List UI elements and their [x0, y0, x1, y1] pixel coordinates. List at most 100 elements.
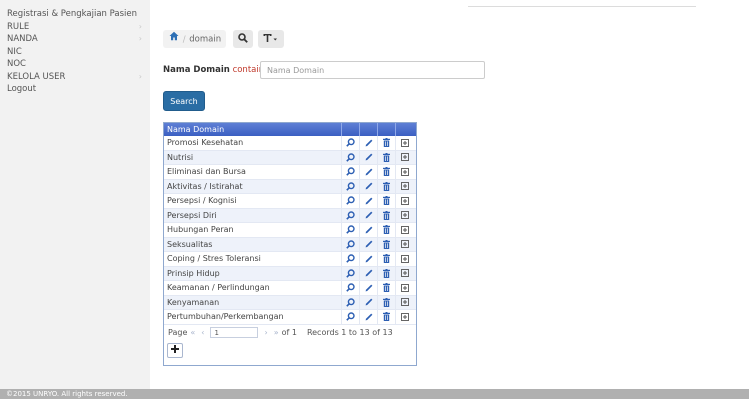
expand-plus-box-icon[interactable]	[396, 194, 414, 208]
delete-trash-icon[interactable]	[378, 266, 396, 280]
grid-body: Promosi Kesehatan Nutrisi Eliminasi dan Bu…	[164, 136, 416, 325]
sidebar-item-noc[interactable]: NOC	[0, 58, 150, 71]
view-magnifier-icon[interactable]	[342, 295, 360, 309]
page-number-input[interactable]	[210, 327, 259, 338]
sidebar-item-nanda[interactable]: NANDA ›	[0, 33, 150, 46]
sidebar-item-label: NOC	[7, 59, 26, 69]
view-magnifier-icon[interactable]	[342, 208, 360, 222]
sidebar-item-rule[interactable]: RULE ›	[0, 21, 150, 34]
expand-plus-box-icon[interactable]	[396, 281, 414, 295]
footer-copyright: ©2015 UNRYO. All rights reserved.	[0, 389, 749, 399]
domain-name-cell: Aktivitas / Istirahat	[164, 179, 342, 193]
view-magnifier-icon[interactable]	[342, 165, 360, 179]
table-row[interactable]: Pertumbuhan/Perkembangan	[164, 310, 416, 325]
sidebar-item-logout[interactable]: Logout	[0, 83, 150, 96]
view-magnifier-icon[interactable]	[342, 194, 360, 208]
edit-pencil-icon[interactable]	[360, 179, 378, 193]
delete-trash-icon[interactable]	[378, 179, 396, 193]
edit-pencil-icon[interactable]	[360, 150, 378, 164]
grid-header: Nama Domain	[164, 123, 416, 136]
edit-pencil-icon[interactable]	[360, 237, 378, 251]
edit-pencil-icon[interactable]	[360, 281, 378, 295]
plus-icon	[171, 345, 179, 356]
expand-plus-box-icon[interactable]	[396, 238, 414, 252]
delete-trash-icon[interactable]	[378, 165, 396, 179]
sidebar-item-kelola-user[interactable]: KELOLA USER ›	[0, 71, 150, 84]
domain-name-cell: Seksualitas	[164, 237, 342, 251]
view-magnifier-icon[interactable]	[342, 310, 360, 324]
edit-pencil-icon[interactable]	[360, 136, 378, 150]
table-row[interactable]: Seksualitas	[164, 237, 416, 252]
expand-plus-box-icon[interactable]	[396, 252, 414, 266]
delete-trash-icon[interactable]	[378, 281, 396, 295]
expand-plus-box-icon[interactable]	[396, 151, 414, 165]
table-row[interactable]: Promosi Kesehatan	[164, 136, 416, 151]
text-filter-button[interactable]	[258, 30, 284, 48]
edit-pencil-icon[interactable]	[360, 266, 378, 280]
edit-pencil-icon[interactable]	[360, 208, 378, 222]
delete-trash-icon[interactable]	[378, 208, 396, 222]
breadcrumb-current[interactable]: domain	[189, 35, 221, 45]
table-row[interactable]: Persepsi Diri	[164, 208, 416, 223]
chevron-right-icon: ›	[138, 71, 142, 81]
view-magnifier-icon[interactable]	[342, 281, 360, 295]
expand-plus-box-icon[interactable]	[396, 136, 414, 150]
add-domain-button[interactable]	[167, 343, 183, 358]
expand-plus-box-icon[interactable]	[396, 165, 414, 179]
edit-pencil-icon[interactable]	[360, 295, 378, 309]
delete-trash-icon[interactable]	[378, 310, 396, 324]
table-row[interactable]: Eliminasi dan Bursa	[164, 165, 416, 180]
expand-plus-box-icon[interactable]	[396, 296, 414, 310]
next-page-button[interactable]: ›	[264, 325, 267, 341]
view-magnifier-icon[interactable]	[342, 150, 360, 164]
view-magnifier-icon[interactable]	[342, 179, 360, 193]
table-row[interactable]: Kenyamanan	[164, 295, 416, 310]
sidebar-item-registrasi[interactable]: Registrasi & Pengkajian Pasien	[0, 8, 150, 21]
view-magnifier-icon[interactable]	[342, 252, 360, 266]
search-button[interactable]: Search	[163, 91, 205, 111]
edit-pencil-icon[interactable]	[360, 252, 378, 266]
table-row[interactable]: Coping / Stres Toleransi	[164, 252, 416, 267]
delete-trash-icon[interactable]	[378, 237, 396, 251]
page-count: of 1	[281, 327, 297, 337]
sidebar-item-label: RULE	[7, 21, 30, 32]
sidebar-item-label: KELOLA USER	[7, 71, 66, 82]
last-page-button[interactable]: »	[274, 325, 279, 341]
edit-pencil-icon[interactable]	[360, 194, 378, 208]
filter-field-name: Nama Domain	[163, 65, 230, 75]
expand-plus-box-icon[interactable]	[396, 209, 414, 223]
table-row[interactable]: Hubungan Peran	[164, 223, 416, 238]
prev-page-button[interactable]: ‹	[201, 325, 204, 341]
column-header-nama-domain[interactable]: Nama Domain	[164, 123, 342, 136]
expand-plus-box-icon[interactable]	[396, 267, 414, 281]
search-toggle-button[interactable]	[233, 30, 253, 48]
delete-trash-icon[interactable]	[378, 194, 396, 208]
view-magnifier-icon[interactable]	[342, 237, 360, 251]
edit-pencil-icon[interactable]	[360, 310, 378, 324]
table-row[interactable]: Persepsi / Kognisi	[164, 194, 416, 209]
sidebar-item-nic[interactable]: NIC	[0, 46, 150, 59]
nama-domain-input[interactable]	[260, 61, 485, 79]
view-magnifier-icon[interactable]	[342, 223, 360, 237]
delete-trash-icon[interactable]	[378, 295, 396, 309]
sidebar: Registrasi & Pengkajian Pasien RULE › NA…	[0, 0, 150, 389]
top-divider	[468, 6, 696, 7]
expand-plus-box-icon[interactable]	[396, 223, 414, 237]
expand-plus-box-icon[interactable]	[396, 310, 414, 324]
table-row[interactable]: Prinsip Hidup	[164, 266, 416, 281]
expand-plus-box-icon[interactable]	[396, 180, 414, 194]
home-icon[interactable]	[169, 30, 179, 48]
view-magnifier-icon[interactable]	[342, 266, 360, 280]
sidebar-item-label: NANDA	[7, 34, 38, 44]
delete-trash-icon[interactable]	[378, 150, 396, 164]
first-page-button[interactable]: «	[190, 325, 195, 341]
delete-trash-icon[interactable]	[378, 223, 396, 237]
delete-trash-icon[interactable]	[378, 252, 396, 266]
table-row[interactable]: Nutrisi	[164, 150, 416, 165]
table-row[interactable]: Keamanan / Perlindungan	[164, 281, 416, 296]
edit-pencil-icon[interactable]	[360, 223, 378, 237]
view-magnifier-icon[interactable]	[342, 136, 360, 150]
table-row[interactable]: Aktivitas / Istirahat	[164, 179, 416, 194]
delete-trash-icon[interactable]	[378, 136, 396, 150]
edit-pencil-icon[interactable]	[360, 165, 378, 179]
